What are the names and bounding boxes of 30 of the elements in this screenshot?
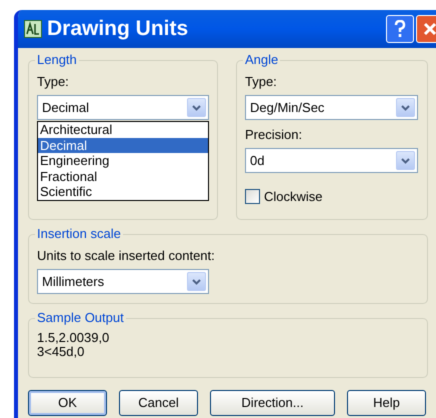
- help-button[interactable]: [386, 15, 414, 43]
- dropdown-field[interactable]: 0d: [245, 148, 418, 173]
- question-mark-icon: [394, 20, 406, 38]
- dialog-button[interactable]: Direction...: [210, 390, 335, 416]
- dialog-button[interactable]: OK: [28, 390, 107, 416]
- close-button[interactable]: [416, 15, 436, 43]
- field-label: Type:: [245, 73, 278, 91]
- window-title: Drawing Units: [47, 16, 190, 42]
- field-label: Type:: [37, 73, 70, 91]
- dropdown-option[interactable]: Fractional: [38, 168, 208, 184]
- dialog-button[interactable]: Cancel: [119, 390, 198, 416]
- dropdown-option[interactable]: Scientific: [38, 184, 208, 200]
- dropdown-option[interactable]: Architectural: [38, 122, 208, 138]
- dropdown-option[interactable]: Decimal: [38, 138, 208, 153]
- checkbox-label: Clockwise: [264, 188, 323, 206]
- dropdown-field[interactable]: Decimal: [37, 95, 209, 120]
- app-icon: [24, 20, 42, 38]
- sample-output-text: 1.5,2.0039,0: [37, 331, 110, 345]
- dropdown-field[interactable]: Millimeters: [37, 269, 209, 294]
- dialog-button[interactable]: Help: [347, 390, 426, 416]
- group-label: Angle: [243, 52, 280, 68]
- group-label: Length: [35, 52, 79, 68]
- checkbox[interactable]: [245, 189, 260, 204]
- dropdown-field[interactable]: Deg/Min/Sec: [245, 95, 418, 120]
- field-label: Units to scale inserted content:: [37, 247, 216, 265]
- field-label: Precision:: [245, 126, 304, 144]
- close-icon: [423, 22, 436, 36]
- dropdown-option[interactable]: Engineering: [38, 153, 208, 168]
- group-label: Sample Output: [35, 310, 126, 326]
- sample-output-text: 3<45d,0: [37, 345, 86, 359]
